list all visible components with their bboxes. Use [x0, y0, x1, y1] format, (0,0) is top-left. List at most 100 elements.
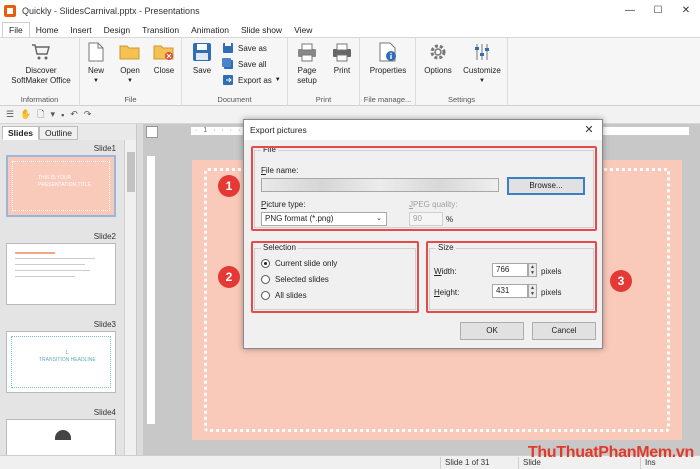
print-button[interactable]: Print — [328, 41, 356, 76]
discover-button[interactable]: Discover SoftMaker Office — [8, 41, 74, 86]
picture-type-value: PNG format (*.png) — [265, 214, 334, 223]
options-label: Options — [424, 66, 452, 75]
maximize-button[interactable]: ☐ — [644, 0, 672, 21]
panel-scrollbar[interactable] — [124, 140, 136, 455]
file-name-label: File name: — [261, 166, 299, 175]
slide-thumb-4[interactable] — [6, 419, 116, 455]
save-as-button[interactable]: Save as — [222, 42, 267, 54]
close-window-button[interactable]: ✕ — [672, 0, 700, 21]
tab-file[interactable]: File — [2, 22, 30, 37]
width-input[interactable]: 766 — [492, 263, 528, 277]
open-button[interactable]: Open ▼ — [116, 41, 144, 86]
width-spinner[interactable]: ▲ ▼ — [528, 263, 537, 277]
discover-label: Discover SoftMaker Office — [11, 66, 71, 85]
save-disk-icon — [191, 41, 213, 63]
ok-button[interactable]: OK — [460, 322, 524, 340]
new-file-icon[interactable]: 🗋 — [37, 107, 44, 123]
cancel-button[interactable]: Cancel — [532, 322, 596, 340]
file-name-input[interactable] — [261, 178, 499, 192]
minimize-button[interactable]: — — [616, 0, 644, 21]
new-document-icon — [85, 41, 107, 63]
radio-selected-slides[interactable]: Selected slides — [261, 275, 329, 284]
dialog-close-icon[interactable]: ✕ — [582, 123, 596, 137]
folder-close-icon — [153, 41, 175, 63]
tab-animation[interactable]: Animation — [185, 23, 235, 37]
step-badge-1: 1 — [218, 175, 240, 197]
ribbon-group-settings: Options Customize ▼ Settings — [416, 38, 508, 106]
export-pictures-dialog: Export pictures ✕ File File name: Browse… — [243, 119, 603, 349]
save-all-label: Save all — [238, 59, 267, 69]
page-setup-label: Page setup — [297, 66, 317, 85]
hand-icon[interactable]: ✋ — [20, 109, 31, 120]
menu-tabs: File Home Insert Design Transition Anima… — [0, 21, 700, 37]
height-spinner[interactable]: ▲ ▼ — [528, 284, 537, 298]
redo-icon[interactable]: ↷ — [84, 109, 92, 120]
menu-icon[interactable]: ☰ — [6, 109, 14, 120]
watermark-text: ThuThuatPhanMem.vn — [527, 444, 694, 461]
save-button[interactable]: Save — [188, 41, 216, 76]
step-badge-2: 2 — [218, 266, 240, 288]
close-button[interactable]: Close — [150, 41, 178, 76]
width-label: Width: — [434, 267, 457, 276]
step-badge-3: 3 — [610, 270, 632, 292]
open-folder-icon[interactable]: ▾ — [51, 109, 56, 120]
height-label: Height: — [434, 288, 460, 297]
undo-icon[interactable]: ↶ — [70, 109, 78, 120]
slide-thumb-1[interactable]: THIS IS YOUR PRESENTATION TITLE — [6, 155, 116, 217]
slide-thumbnails: Slide1 THIS IS YOUR PRESENTATION TITLE S… — [0, 140, 124, 455]
page-setup-icon — [296, 41, 318, 63]
panel-splitter[interactable] — [137, 124, 143, 455]
status-slide-count: Slide 1 of 31 — [440, 457, 518, 469]
save-all-button[interactable]: Save all — [222, 58, 266, 70]
customize-label: Customize — [463, 66, 501, 75]
group-label-file: File — [124, 95, 137, 104]
tab-slides[interactable]: Slides — [2, 126, 40, 140]
tab-view[interactable]: View — [288, 23, 318, 37]
picture-type-select[interactable]: PNG format (*.png) ⌄ — [261, 212, 387, 226]
radio-all-slides[interactable]: All slides — [261, 291, 307, 300]
tab-slide-show[interactable]: Slide show — [235, 23, 288, 37]
group-label-information: Information — [20, 95, 59, 104]
height-input[interactable]: 431 — [492, 284, 528, 298]
new-label: New — [87, 66, 104, 75]
panel-scroll-thumb[interactable] — [127, 152, 135, 192]
thumb1-title: THIS IS YOUR PRESENTATION TITLE — [38, 175, 92, 188]
vertical-ruler — [146, 155, 156, 425]
tab-transition[interactable]: Transition — [136, 23, 185, 37]
radio-all-indicator — [261, 291, 270, 300]
properties-label: Properties — [369, 66, 407, 75]
slide-thumb-2[interactable] — [6, 243, 116, 305]
radio-selected-label: Selected slides — [275, 275, 329, 284]
browse-button[interactable]: Browse... — [507, 177, 585, 195]
close-label: Close — [153, 66, 175, 75]
title-bar: Quickly - SlidesCarnival.pptx - Presenta… — [0, 0, 700, 21]
ruler-corner[interactable] — [146, 126, 158, 138]
options-button[interactable]: Options — [420, 41, 456, 76]
radio-current-indicator — [261, 259, 270, 268]
picture-type-label: Picture type: — [261, 200, 306, 209]
export-as-button[interactable]: Export as ▼ — [222, 74, 281, 86]
save-as-icon — [223, 43, 233, 53]
jpeg-quality-input[interactable]: 90 — [409, 212, 443, 226]
tab-insert[interactable]: Insert — [64, 23, 97, 37]
sliders-icon — [471, 41, 493, 63]
radio-selected-indicator — [261, 275, 270, 284]
tab-design[interactable]: Design — [98, 23, 136, 37]
radio-current-slide[interactable]: Current slide only — [261, 259, 337, 268]
properties-button[interactable]: Properties — [364, 41, 412, 76]
print-label: Print — [333, 66, 351, 75]
save-all-icon — [222, 58, 233, 69]
page-setup-button[interactable]: Page setup — [292, 41, 322, 86]
slide-label-2: Slide2 — [93, 232, 116, 241]
printer-icon — [331, 41, 353, 63]
tab-home[interactable]: Home — [30, 23, 65, 37]
tab-outline[interactable]: Outline — [39, 126, 78, 140]
customize-button[interactable]: Customize ▼ — [460, 41, 504, 86]
slide-thumb-3[interactable]: 1. TRANSITION HEADLINE — [6, 331, 116, 393]
new-button[interactable]: New ▼ — [84, 41, 108, 86]
ribbon-group-information: Discover SoftMaker Office Information — [0, 38, 80, 106]
export-dropdown-icon: ▼ — [274, 77, 281, 83]
save-small-icon[interactable]: ▪ — [61, 110, 64, 120]
slide-label-4: Slide4 — [93, 408, 116, 417]
save-as-label: Save as — [238, 43, 267, 53]
